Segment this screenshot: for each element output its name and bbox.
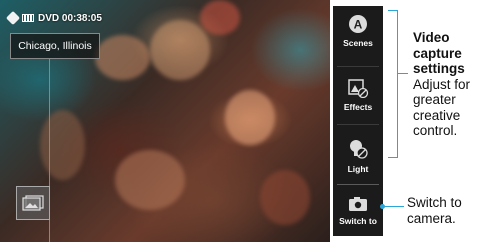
settings-callout-tick bbox=[398, 73, 408, 74]
divider bbox=[337, 124, 379, 125]
record-time: DVD 00:38:05 bbox=[38, 12, 102, 24]
tag-icon bbox=[5, 10, 21, 26]
gallery-icon bbox=[22, 195, 44, 211]
svg-text:A: A bbox=[354, 18, 363, 32]
switch-to-label: Switch to bbox=[339, 216, 377, 226]
effects-icon bbox=[348, 79, 369, 98]
gallery-button[interactable] bbox=[16, 186, 50, 220]
effects-label: Effects bbox=[343, 102, 373, 112]
effects-button[interactable]: Effects bbox=[333, 78, 383, 112]
location-label: Chicago, Illinois bbox=[18, 40, 92, 52]
divider bbox=[337, 184, 379, 185]
switch-callout: Switch to camera. bbox=[407, 195, 462, 226]
settings-callout-body: Adjust for greater creative control. bbox=[413, 76, 471, 139]
switch-to-camera-button[interactable]: Switch to bbox=[333, 196, 383, 226]
switch-callout-line bbox=[382, 206, 404, 207]
light-label: Light bbox=[347, 164, 369, 174]
light-button[interactable]: Light bbox=[333, 138, 383, 174]
light-icon bbox=[350, 140, 368, 159]
settings-panel: A Scenes Effects Light Switch to bbox=[333, 6, 383, 236]
dvd-icon bbox=[22, 14, 34, 22]
scenes-icon: A bbox=[349, 15, 367, 33]
settings-callout-bracket bbox=[388, 10, 398, 158]
camera-icon bbox=[349, 197, 367, 211]
scenes-label: Scenes bbox=[343, 38, 373, 48]
scenes-button[interactable]: A Scenes bbox=[333, 14, 383, 48]
divider bbox=[337, 66, 379, 67]
status-bar: DVD 00:38:05 bbox=[5, 10, 102, 26]
settings-callout: Video capture settings Adjust for greate… bbox=[413, 30, 484, 139]
settings-callout-title: Video capture settings bbox=[413, 30, 465, 76]
location-tag[interactable]: Chicago, Illinois bbox=[10, 33, 100, 59]
